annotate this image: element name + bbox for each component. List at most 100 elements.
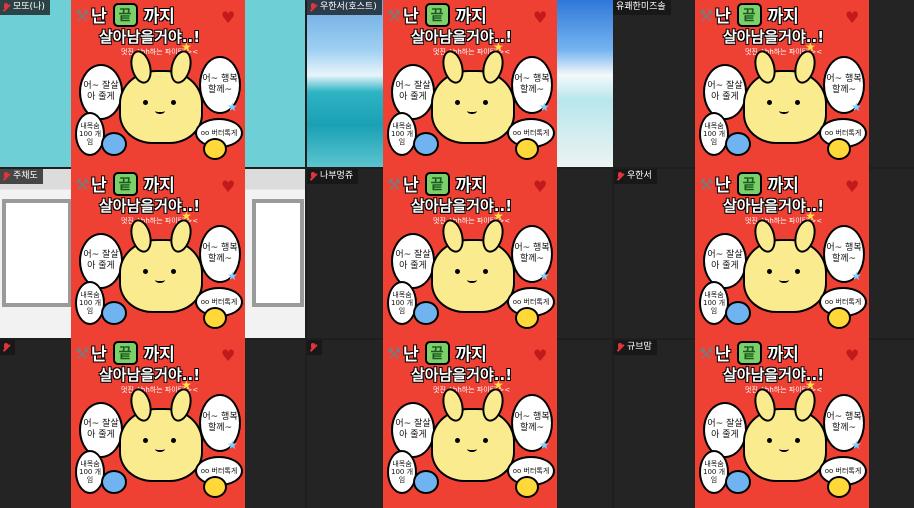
chick-illustration <box>827 307 851 329</box>
poster-title-badge: 끝 <box>736 171 762 196</box>
speech-bubble-small: 내목숨 100 개임 <box>387 450 417 494</box>
hammer-icon: ⚒ <box>387 175 402 194</box>
bunny-illustration <box>743 216 827 313</box>
poster-title-left: 난 <box>715 7 731 27</box>
blue-bunny-illustration <box>413 470 439 494</box>
poster-title-badge: 끝 <box>424 2 450 27</box>
hammer-icon: ⚒ <box>387 6 402 25</box>
poster-panel: ⚒ 난 끝 까지 ♥ 살아남을거야..! 멋진 Ahh하는 파이팅 >< 어~ … <box>383 169 557 338</box>
poster-panel: ⚒ 난 끝 까지 ♥ 살아남을거야..! 멋진 Ahh하는 파이팅 >< 어~ … <box>383 338 557 507</box>
mic-off-icon <box>310 3 317 12</box>
star-icon: ★ <box>539 100 550 114</box>
poster-panel: ⚒ 난 끝 까지 ♥ 살아남을거야..! 멋진 Ahh하는 파이팅 >< 어~ … <box>383 0 557 169</box>
mic-off-icon <box>310 172 317 181</box>
participant-name-tag: 우한서(호스트) <box>307 0 382 15</box>
blue-bunny-illustration <box>725 132 751 156</box>
star-icon: ★ <box>493 209 504 223</box>
mic-off-icon <box>617 343 624 352</box>
star-icon: ★ <box>805 209 816 223</box>
star-icon: ★ <box>181 40 192 54</box>
participant-name: 모또(나) <box>13 2 45 12</box>
poster-title: 난 끝 까지 <box>715 171 855 196</box>
heart-icon: ♥ <box>845 346 860 365</box>
mic-off-icon <box>3 343 10 352</box>
hammer-icon: ⚒ <box>699 6 714 25</box>
poster-title-right: 까지 <box>143 176 175 196</box>
chick-illustration <box>827 138 851 160</box>
bunny-illustration <box>431 47 515 144</box>
heart-icon: ♥ <box>221 177 236 196</box>
bunny-illustration <box>743 47 827 144</box>
blue-bunny-illustration <box>413 132 439 156</box>
star-icon: ★ <box>227 269 238 283</box>
speech-bubble-small: 내목숨 100 개임 <box>75 281 105 325</box>
speech-bubble-small: 내목숨 100 개임 <box>75 112 105 156</box>
poster-panel: ⚒ 난 끝 까지 ♥ 살아남을거야..! 멋진 Ahh하는 파이팅 >< 어~ … <box>71 0 245 169</box>
hammer-icon: ⚒ <box>699 344 714 363</box>
poster-title-left: 난 <box>403 345 419 365</box>
speech-bubble-small: 내목숨 100 개임 <box>75 450 105 494</box>
poster-title-badge: 끝 <box>112 340 138 365</box>
mic-off-icon <box>310 343 317 352</box>
participant-name: 우한서 <box>627 171 652 181</box>
bunny-illustration <box>119 385 203 482</box>
blue-bunny-illustration <box>725 470 751 494</box>
star-icon: ★ <box>805 40 816 54</box>
mic-off-icon <box>3 3 10 12</box>
star-icon: ★ <box>181 209 192 223</box>
poster-panel: ⚒ 난 끝 까지 ♥ 살아남을거야..! 멋진 Ahh하는 파이팅 >< 어~ … <box>71 338 245 507</box>
poster-title-left: 난 <box>403 7 419 27</box>
poster-title-left: 난 <box>91 7 107 27</box>
blue-bunny-illustration <box>413 301 439 325</box>
poster-title-left: 난 <box>715 176 731 196</box>
poster-title-right: 까지 <box>767 176 799 196</box>
poster-title: 난 끝 까지 <box>91 2 231 27</box>
poster-title-left: 난 <box>91 345 107 365</box>
poster-title-badge: 끝 <box>424 171 450 196</box>
star-icon: ★ <box>539 269 550 283</box>
poster-title-right: 까지 <box>767 7 799 27</box>
participant-name: 주채도 <box>13 171 38 181</box>
bunny-illustration <box>431 216 515 313</box>
poster-title-right: 까지 <box>455 7 487 27</box>
participant-name-tag: 주채도 <box>0 169 43 184</box>
hammer-icon: ⚒ <box>75 175 90 194</box>
poster-title-badge: 끝 <box>112 2 138 27</box>
star-icon: ★ <box>493 40 504 54</box>
poster-panel: ⚒ 난 끝 까지 ♥ 살아남을거야..! 멋진 Ahh하는 파이팅 >< 어~ … <box>695 0 869 169</box>
poster-column-2: ⚒ 난 끝 까지 ♥ 살아남을거야..! 멋진 Ahh하는 파이팅 >< 어~ … <box>383 0 557 508</box>
blue-bunny-illustration <box>101 470 127 494</box>
participant-name: 나부멍쥬 <box>320 171 354 181</box>
speech-bubble-small: 내목숨 100 개임 <box>387 112 417 156</box>
speech-bubble-small: 내목숨 100 개임 <box>387 281 417 325</box>
participant-name: 규브맘 <box>627 342 652 352</box>
heart-icon: ♥ <box>533 346 548 365</box>
poster-title-right: 까지 <box>455 345 487 365</box>
bunny-illustration <box>431 385 515 482</box>
blue-bunny-illustration <box>725 301 751 325</box>
poster-column-1: ⚒ 난 끝 까지 ♥ 살아남을거야..! 멋진 Ahh하는 파이팅 >< 어~ … <box>71 0 245 508</box>
hammer-icon: ⚒ <box>699 175 714 194</box>
poster-title: 난 끝 까지 <box>715 2 855 27</box>
heart-icon: ♥ <box>533 177 548 196</box>
participant-name-tag <box>307 340 322 355</box>
heart-icon: ♥ <box>533 8 548 27</box>
speech-bubble-small: 내목숨 100 개임 <box>699 281 729 325</box>
chick-illustration <box>515 476 539 498</box>
heart-icon: ♥ <box>845 8 860 27</box>
star-icon: ★ <box>539 438 550 452</box>
window-frame <box>252 199 304 307</box>
participant-name-tag: 우한서 <box>614 169 657 184</box>
poster-title-right: 까지 <box>455 176 487 196</box>
participant-name-tag: 모또(나) <box>0 0 50 15</box>
mic-off-icon <box>617 172 624 181</box>
poster-title: 난 끝 까지 <box>91 340 231 365</box>
poster-title-badge: 끝 <box>424 340 450 365</box>
participant-name: 유쾌한미즈솔 <box>616 2 666 12</box>
star-icon: ★ <box>851 100 862 114</box>
window-frame <box>2 199 72 307</box>
speech-bubble-small: 내목숨 100 개임 <box>699 112 729 156</box>
blue-bunny-illustration <box>101 132 127 156</box>
poster-title: 난 끝 까지 <box>403 171 543 196</box>
poster-panel: ⚒ 난 끝 까지 ♥ 살아남을거야..! 멋진 Ahh하는 파이팅 >< 어~ … <box>695 338 869 507</box>
